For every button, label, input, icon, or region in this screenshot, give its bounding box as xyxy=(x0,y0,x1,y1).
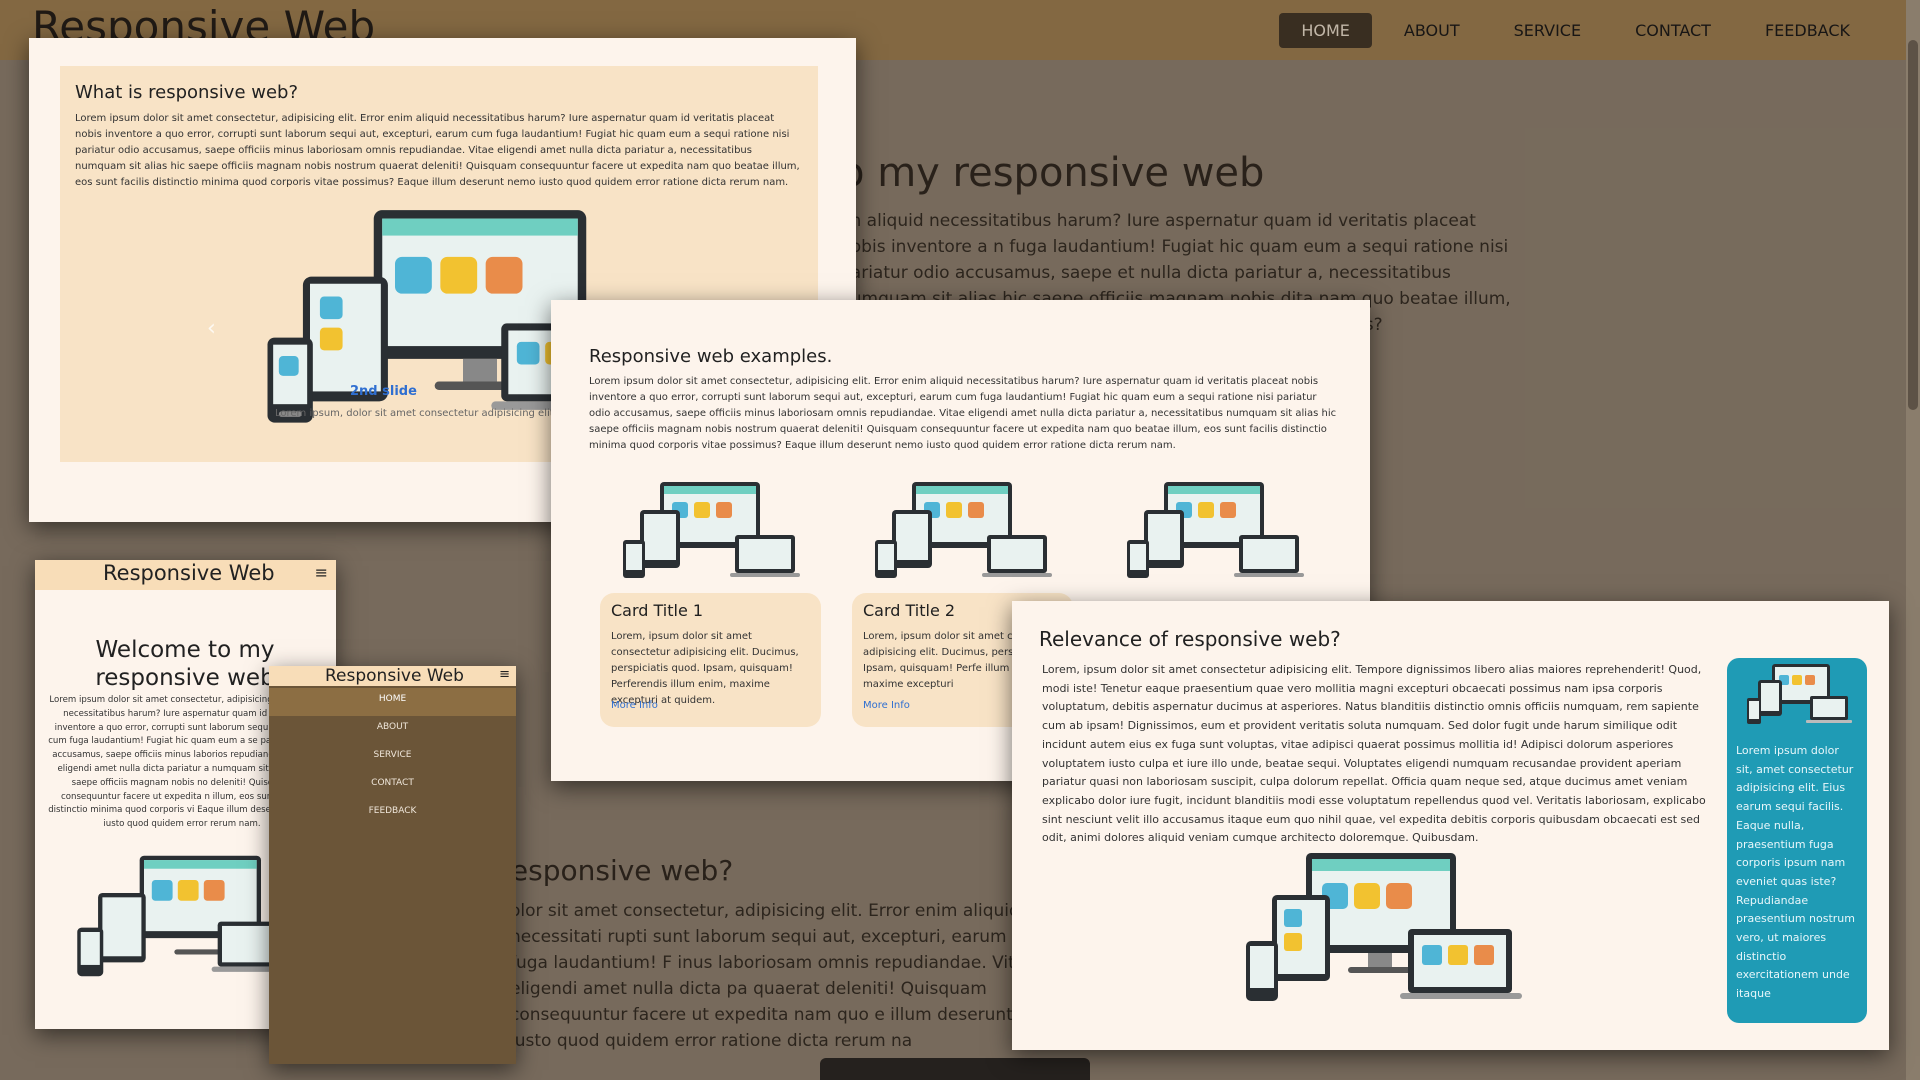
mobile-brand-title[interactable]: Responsive Web xyxy=(103,561,275,585)
card-title: Card Title 1 xyxy=(611,601,704,620)
section-text: Lorem, ipsum dolor sit amet consectetur … xyxy=(1042,663,1706,845)
card: Card Title 1 Lorem, ipsum dolor sit amet… xyxy=(600,593,821,727)
mobile-menu-about[interactable]: ABOUT xyxy=(269,716,516,744)
carousel-caption: 2nd slide xyxy=(350,384,417,399)
side-card: Lorem ipsum dolor sit, amet consectetur … xyxy=(1727,658,1867,1023)
mobile-navbar: Responsive Web ≡ xyxy=(269,666,516,686)
scrollbar-thumb[interactable] xyxy=(1908,40,1918,410)
devices-illustration xyxy=(1747,664,1852,724)
card-image xyxy=(1127,482,1304,578)
section-text: Lorem ipsum dolor sit amet consectetur, … xyxy=(75,113,800,188)
mobile-menu-contact[interactable]: CONTACT xyxy=(269,772,516,800)
hamburger-menu-icon[interactable]: ≡ xyxy=(499,667,510,682)
section-title: What is responsive web? xyxy=(75,82,299,103)
card-image xyxy=(623,482,800,578)
mobile-navbar: Responsive Web ≡ xyxy=(35,560,336,590)
mobile-brand-title[interactable]: Responsive Web xyxy=(325,666,464,686)
mobile-menu-preview: Responsive Web ≡ HOME ABOUT SERVICE CONT… xyxy=(269,666,516,1064)
side-card-text: Lorem ipsum dolor sit, amet consectetur … xyxy=(1736,744,1855,1001)
devices-illustration xyxy=(77,855,288,977)
scrollbar[interactable] xyxy=(1906,0,1920,1080)
card-title: Card Title 2 xyxy=(863,601,956,620)
carousel-prev-icon[interactable]: ‹ xyxy=(207,316,216,341)
mobile-menu-list: HOME ABOUT SERVICE CONTACT FEEDBACK xyxy=(269,688,516,828)
mobile-menu-feedback[interactable]: FEEDBACK xyxy=(269,800,516,828)
section-text: Lorem ipsum dolor sit amet consectetur, … xyxy=(589,376,1337,451)
carousel-caption-text: Lorem ipsum, dolor sit amet consectetur … xyxy=(275,408,574,419)
hamburger-menu-icon[interactable]: ≡ xyxy=(315,563,328,582)
mobile-menu-service[interactable]: SERVICE xyxy=(269,744,516,772)
more-info-link[interactable]: More Info xyxy=(863,700,910,711)
section-title: Relevance of responsive web? xyxy=(1039,627,1341,651)
card-text: Lorem, ipsum dolor sit amet consectetur … xyxy=(611,631,799,706)
more-info-link[interactable]: More Info xyxy=(611,700,658,711)
panel-relevance: Relevance of responsive web? Lorem, ipsu… xyxy=(1012,601,1889,1050)
devices-illustration xyxy=(1246,853,1522,1001)
mobile-menu-home[interactable]: HOME xyxy=(269,688,516,716)
section-title: Responsive web examples. xyxy=(589,346,833,367)
card-image xyxy=(875,482,1052,578)
